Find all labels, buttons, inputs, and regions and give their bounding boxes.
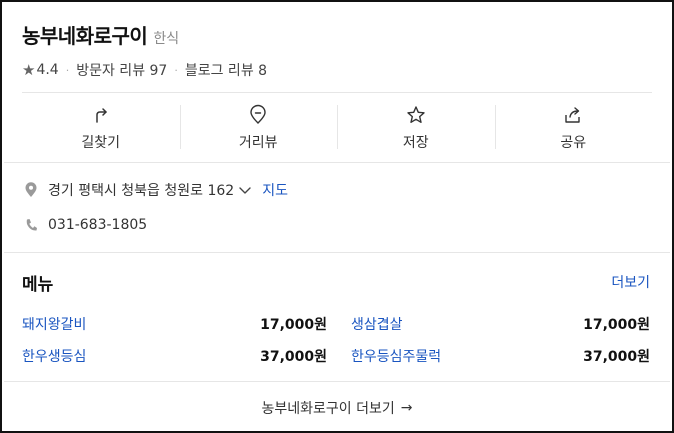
- menu-row: 돼지왕갈비 17,000원 생삼겹살 17,000원: [22, 308, 650, 340]
- separator-dot: ·: [174, 63, 178, 77]
- menu-more-link[interactable]: 더보기: [611, 272, 650, 292]
- menu-row: 한우생등심 37,000원 한우등심주물럭 37,000원: [22, 340, 650, 372]
- menu-item-price: 17,000원: [260, 317, 327, 333]
- place-header: 농부네화로구이 한식 ★ 4.4 · 방문자 리뷰 97 · 블로그 리뷰 8: [22, 20, 652, 80]
- arrow-right-icon: →: [400, 399, 413, 416]
- menu-item: 한우등심주물럭 37,000원: [351, 346, 650, 366]
- blog-reviews-link[interactable]: 블로그 리뷰 8: [185, 60, 267, 80]
- save-button[interactable]: 저장: [337, 93, 495, 161]
- place-category: 한식: [153, 31, 180, 47]
- place-name[interactable]: 농부네화로구이: [22, 20, 148, 49]
- menu-item: 생삼겹살 17,000원: [351, 314, 650, 334]
- map-link[interactable]: 지도: [262, 180, 288, 200]
- save-label: 저장: [402, 135, 429, 151]
- phone-row: 031-683-1805: [24, 217, 147, 233]
- share-label: 공유: [560, 135, 587, 151]
- action-bar: 길찾기 거리뷰 저장 공유: [22, 93, 652, 161]
- street-view-label: 거리뷰: [238, 135, 278, 151]
- rating-star-icon: ★: [22, 61, 36, 79]
- directions-icon: [96, 108, 107, 123]
- menu-item-price: 37,000원: [583, 349, 650, 365]
- share-button[interactable]: 공유: [494, 93, 653, 161]
- phone-number[interactable]: 031-683-1805: [48, 217, 147, 233]
- location-pin-icon: [25, 182, 37, 197]
- review-meta: ★ 4.4 · 방문자 리뷰 97 · 블로그 리뷰 8: [22, 60, 652, 80]
- title-row: 농부네화로구이 한식: [22, 20, 652, 49]
- directions-label: 길찾기: [81, 135, 121, 151]
- menu-item: 돼지왕갈비 17,000원: [22, 314, 327, 334]
- share-icon: [565, 107, 580, 123]
- actions-divider: [4, 162, 670, 163]
- menu-item: 한우생등심 37,000원: [22, 346, 327, 366]
- street-view-button[interactable]: 거리뷰: [179, 93, 338, 161]
- menu-item-price: 17,000원: [583, 317, 650, 333]
- menu-item-price: 37,000원: [260, 349, 327, 365]
- place-card: 농부네화로구이 한식 ★ 4.4 · 방문자 리뷰 97 · 블로그 리뷰 8 …: [0, 0, 674, 433]
- menu-item-name[interactable]: 생삼겹살: [351, 314, 403, 334]
- menu-item-name[interactable]: 한우등심주물럭: [351, 346, 441, 366]
- address-row: 경기 평택시 청북읍 청원로 162 지도: [24, 180, 288, 200]
- menu-list: 돼지왕갈비 17,000원 생삼겹살 17,000원 한우생등심 37,000원…: [22, 308, 650, 372]
- menu-title: 메뉴: [22, 275, 54, 295]
- chevron-down-icon[interactable]: [238, 182, 252, 198]
- address-text: 경기 평택시 청북읍 청원로 162: [48, 183, 235, 199]
- place-more-button[interactable]: 농부네화로구이 더보기 →: [4, 382, 670, 433]
- separator-dot: ·: [65, 63, 70, 77]
- rating-value: 4.4: [36, 62, 59, 78]
- info-divider: [4, 252, 670, 253]
- map-pin-icon: [250, 104, 266, 124]
- directions-button[interactable]: 길찾기: [22, 93, 180, 161]
- menu-item-name[interactable]: 한우생등심: [22, 346, 86, 366]
- menu-item-name[interactable]: 돼지왕갈비: [22, 314, 86, 334]
- star-icon: [407, 106, 425, 123]
- phone-icon: [26, 219, 37, 231]
- visitor-reviews-link[interactable]: 방문자 리뷰 97: [76, 60, 167, 80]
- place-more-label: 농부네화로구이 더보기: [261, 400, 395, 417]
